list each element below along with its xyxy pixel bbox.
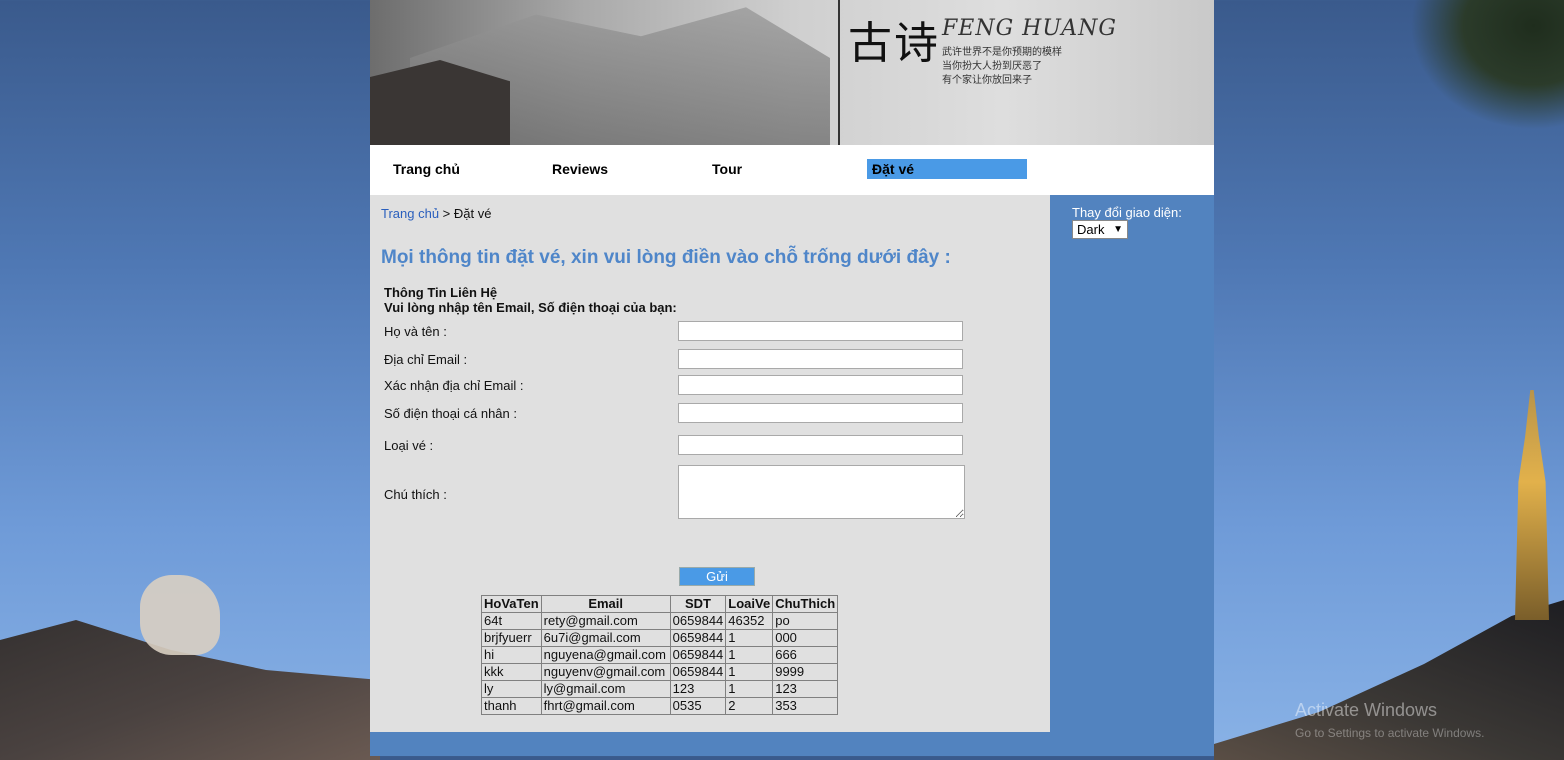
sidebar: Thay đổi giao diện: Dark ▼ [1052,195,1214,732]
cell-email: 6u7i@gmail.com [540,629,671,647]
cell-email: ly@gmail.com [540,680,671,698]
cell-hovaten: ly [481,680,542,698]
ticket-type-label: Loại vé : [384,438,434,453]
cell-chuthich: 123 [772,680,839,698]
ticket-type-input[interactable] [678,435,963,455]
cell-loaive: 1 [725,680,774,698]
phone-input[interactable] [678,403,963,423]
fullname-input[interactable] [678,321,963,341]
cell-sdt: 0535 [669,697,727,715]
table-row: hi nguyena@gmail.com 0659844 1 666 [481,646,839,664]
banner-calligraphy: 古诗 [848,18,940,69]
confirm-email-input[interactable] [678,375,963,395]
contact-subtitle: Vui lòng nhập tên Email, Số điện thoại c… [384,300,677,315]
contact-section-title: Thông Tin Liên Hệ Vui lòng nhập tên Emai… [384,285,677,315]
confirm-email-label: Xác nhận địa chỉ Email : [384,378,524,393]
page-container: 古诗 FENG HUANG 武许世界不是你预期的模样 当你扮大人扮到厌恶了 有个… [370,0,1214,756]
column-header-chuthich: ChuThich [772,595,839,613]
nav-item-tour[interactable]: Tour [707,159,742,179]
chevron-down-icon: ▼ [1113,224,1123,235]
cell-sdt: 0659844 [669,646,727,664]
theme-select[interactable]: Dark ▼ [1072,220,1128,239]
note-textarea[interactable] [678,465,965,519]
cell-sdt: 0659844 [669,629,727,647]
submit-button[interactable]: Gửi [679,567,755,586]
activation-watermark-subtitle: Go to Settings to activate Windows. [1295,726,1485,740]
breadcrumb-current: Đặt vé [453,206,492,221]
cell-email: nguyenv@gmail.com [540,663,671,681]
table-row: kkk nguyenv@gmail.com 0659844 1 9999 [481,663,839,681]
cell-chuthich: 666 [772,646,839,664]
cell-sdt: 0659844 [669,612,727,630]
table-row: ly ly@gmail.com 123 1 123 [481,680,839,698]
breadcrumb: Trang chủ > Đặt vé [381,206,491,221]
cell-chuthich: 353 [772,697,839,715]
table-header-row: HoVaTen Email SDT LoaiVe ChuThich [481,595,839,613]
cell-hovaten: hi [481,646,542,664]
cell-email: rety@gmail.com [540,612,671,630]
cell-loaive: 2 [725,697,774,715]
cell-loaive: 46352 [725,612,774,630]
email-input[interactable] [678,349,963,369]
column-header-sdt: SDT [669,595,727,613]
cell-chuthich: 000 [772,629,839,647]
cell-sdt: 123 [669,680,727,698]
note-label: Chú thích : [384,487,447,502]
cell-chuthich: 9999 [772,663,839,681]
background-pagoda-spire [1515,390,1549,620]
cell-loaive: 1 [725,629,774,647]
table-row: 64t rety@gmail.com 0659844 46352 po [481,612,839,630]
cell-hovaten: kkk [481,663,542,681]
cell-hovaten: thanh [481,697,542,715]
main-nav: Trang chủ Reviews Tour Đặt vé [370,145,1214,195]
theme-label: Thay đổi giao diện: [1072,205,1182,220]
breadcrumb-home-link[interactable]: Trang chủ [381,206,439,221]
background-roof-ornament [140,575,220,655]
column-header-email: Email [540,595,671,613]
page-title: Mọi thông tin đặt vé, xin vui lòng điền … [381,247,951,268]
contact-title: Thông Tin Liên Hệ [384,285,498,300]
fullname-label: Họ và tên : [384,324,447,339]
cell-loaive: 1 [725,663,774,681]
table-row: brjfyuerr 6u7i@gmail.com 0659844 1 000 [481,629,839,647]
breadcrumb-separator: > [439,206,454,221]
bookings-table: HoVaTen Email SDT LoaiVe ChuThich 64t re… [481,595,839,715]
banner-poem: 武许世界不是你预期的模样 当你扮大人扮到厌恶了 有个家让你放回来子 [942,47,1062,86]
cell-loaive: 1 [725,646,774,664]
column-header-hovaten: HoVaTen [481,595,542,613]
cell-chuthich: po [772,612,839,630]
cell-email: nguyena@gmail.com [540,646,671,664]
banner-brand: FENG HUANG [942,16,1117,41]
cell-hovaten: 64t [481,612,542,630]
background-tree [1410,0,1564,130]
nav-item-home[interactable]: Trang chủ [388,159,460,179]
table-row: thanh fhrt@gmail.com 0535 2 353 [481,697,839,715]
nav-item-reviews[interactable]: Reviews [547,159,608,179]
phone-label: Số điện thoại cá nhân : [384,406,517,421]
email-label: Địa chỉ Email : [384,352,468,367]
theme-selected-value: Dark [1077,222,1105,237]
column-header-loaive: LoaiVe [725,595,774,613]
nav-item-booking[interactable]: Đặt vé [867,159,1027,179]
cell-hovaten: brjfyuerr [481,629,542,647]
activation-watermark-title: Activate Windows [1295,700,1438,720]
booking-content: Trang chủ > Đặt vé Mọi thông tin đặt vé,… [370,195,1050,732]
cell-sdt: 0659844 [669,663,727,681]
cell-email: fhrt@gmail.com [540,697,671,715]
header-banner: 古诗 FENG HUANG 武许世界不是你预期的模样 当你扮大人扮到厌恶了 有个… [370,0,1214,145]
